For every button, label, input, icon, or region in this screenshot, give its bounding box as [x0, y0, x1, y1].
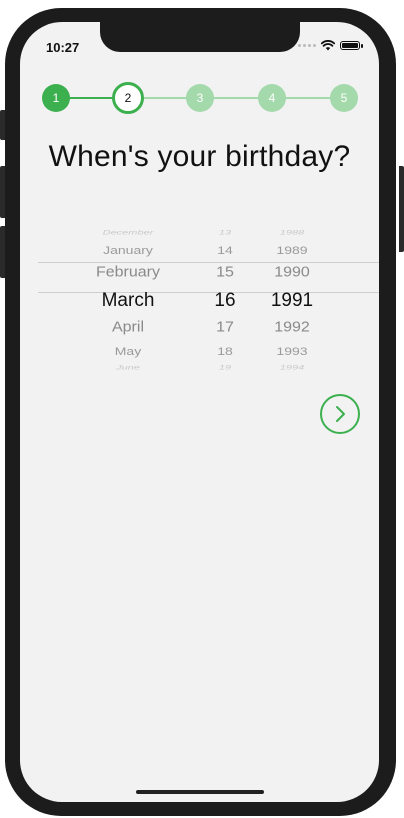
picker-year: 1992: [274, 319, 310, 336]
picker-day: 16: [214, 290, 236, 311]
volume-down-button: [0, 226, 5, 278]
picker-day: 17: [216, 319, 234, 336]
page-title: When's your birthday?: [48, 140, 351, 173]
cellular-signal-icon: [298, 44, 316, 47]
step-2: 2: [112, 82, 144, 114]
battery-tip: [361, 43, 363, 48]
picker-year: 1991: [270, 290, 314, 311]
step-1: 1: [42, 84, 70, 112]
app-screen: 10:27 12345 When's your birthday? Decemb…: [20, 22, 379, 802]
home-indicator[interactable]: [136, 790, 264, 794]
status-icons: [298, 40, 363, 51]
picker-row-selected[interactable]: March 16 1991: [20, 288, 379, 314]
chevron-right-icon: [336, 406, 345, 422]
wifi-icon: [321, 40, 335, 51]
next-button[interactable]: [320, 394, 360, 434]
picker-year: 1994: [279, 364, 305, 372]
picker-month: February: [95, 264, 161, 281]
picker-month: March: [101, 290, 155, 311]
volume-up-button: [0, 166, 5, 218]
step-3: 3: [186, 84, 214, 112]
step-4: 4: [258, 84, 286, 112]
picker-day: 15: [216, 264, 234, 281]
picker-day: 19: [218, 364, 232, 372]
picker-row[interactable]: February 15 1990: [20, 260, 379, 286]
status-time: 10:27: [46, 40, 80, 55]
progress-stepper: 1 2 3 4 5: [40, 80, 358, 116]
mute-switch: [0, 110, 5, 140]
battery-icon: [340, 41, 360, 50]
step-5: 5: [330, 84, 358, 112]
picker-day: 14: [217, 243, 233, 257]
power-button: [399, 166, 404, 252]
picker-month: April: [111, 319, 144, 336]
picker-month: June: [116, 364, 140, 372]
picker-year: 1990: [274, 264, 310, 281]
notch: [100, 22, 300, 52]
birthday-date-picker[interactable]: December 13 1988 January 14 1989 February 15 199…: [20, 198, 379, 371]
picker-year: 1989: [276, 243, 308, 257]
picker-row[interactable]: June 19 1994: [20, 355, 379, 381]
picker-month: January: [103, 243, 153, 257]
